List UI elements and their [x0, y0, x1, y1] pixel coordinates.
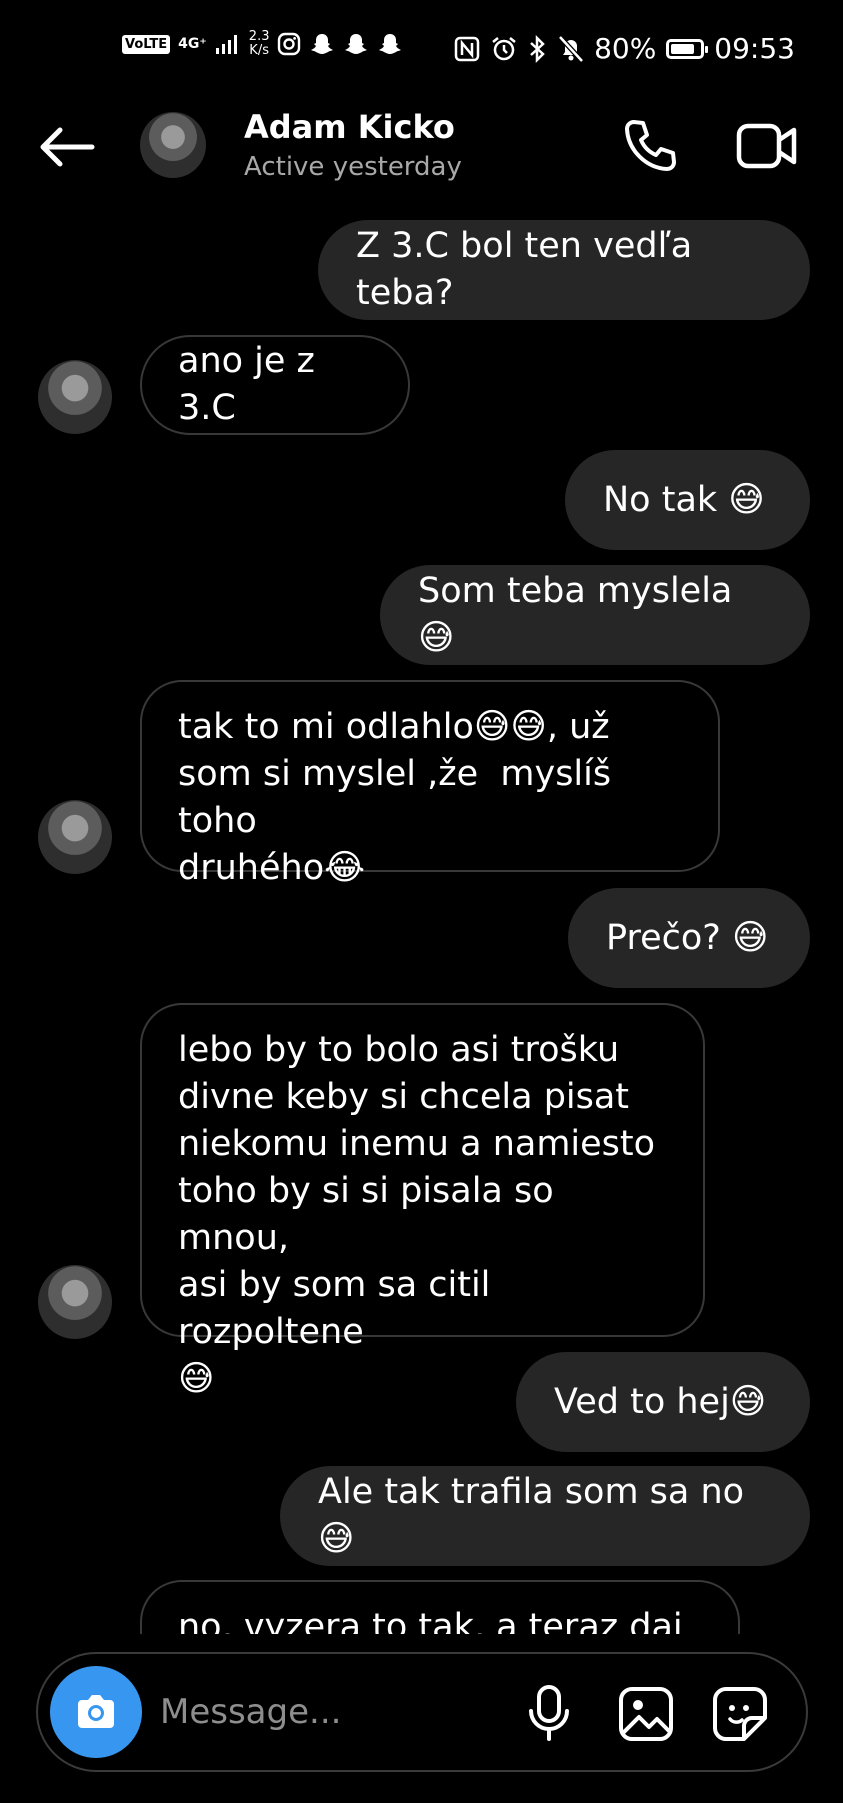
incoming-message[interactable]: ano je z 3.C: [140, 335, 410, 435]
contact-status: Active yesterday: [244, 152, 462, 182]
chat-header: Adam Kicko Active yesterday: [0, 100, 843, 220]
battery-icon: [666, 38, 709, 59]
message-clip: no, vyzera to tak, a teraz daj: [0, 1570, 843, 1634]
snapchat-icon: [311, 34, 334, 54]
sticker-icon[interactable]: [712, 1686, 768, 1742]
sender-avatar: [38, 800, 112, 874]
signal-icon: [215, 35, 237, 54]
outgoing-message[interactable]: Z 3.C bol ten vedľa teba?: [318, 220, 810, 320]
message-input[interactable]: [158, 1688, 492, 1736]
contact-avatar[interactable]: [140, 112, 206, 178]
microphone-icon[interactable]: [524, 1684, 574, 1742]
alarm-icon: [492, 36, 516, 60]
network-type: 4G⁺: [178, 36, 207, 52]
sender-avatar: [38, 1265, 112, 1339]
outgoing-message[interactable]: Ved to hej😅: [516, 1352, 810, 1452]
snapchat-icon: [345, 34, 368, 54]
back-arrow-icon[interactable]: [36, 122, 96, 172]
gallery-icon[interactable]: [618, 1686, 674, 1742]
video-call-icon[interactable]: [736, 120, 798, 172]
incoming-message[interactable]: no, vyzera to tak, a teraz daj: [140, 1580, 740, 1634]
network-speed: 2.3 K/s: [248, 29, 270, 58]
volte-indicator: VoLTE: [122, 34, 171, 54]
clock: 09:53: [714, 32, 795, 65]
sender-avatar: [38, 360, 112, 434]
battery-percent: 80%: [594, 32, 657, 65]
outgoing-message[interactable]: Ale tak trafila som sa no😅: [280, 1466, 810, 1566]
outgoing-message[interactable]: No tak 😅: [565, 450, 810, 550]
instagram-icon: [278, 32, 301, 56]
mute-bell-icon: [558, 34, 584, 63]
incoming-message[interactable]: tak to mi odlahlo😅😅, už som si myslel ,ž…: [140, 680, 720, 888]
snapchat-icon: [379, 34, 402, 54]
bluetooth-icon: [530, 34, 545, 63]
outgoing-message[interactable]: Som teba myslela 😅: [380, 565, 810, 665]
message-composer: [36, 1652, 808, 1772]
camera-icon: [78, 1695, 114, 1728]
phone-call-icon[interactable]: [620, 116, 680, 176]
outgoing-message[interactable]: Prečo? 😅: [568, 888, 810, 988]
incoming-message[interactable]: lebo by to bolo asi trošku divne keby si…: [140, 1003, 705, 1399]
nfc-icon: [454, 36, 480, 61]
contact-name[interactable]: Adam Kicko: [244, 108, 455, 146]
status-bar: VoLTE 4G⁺ 2.3 K/s 80% 09:53: [0, 0, 843, 100]
camera-button[interactable]: [50, 1666, 142, 1758]
